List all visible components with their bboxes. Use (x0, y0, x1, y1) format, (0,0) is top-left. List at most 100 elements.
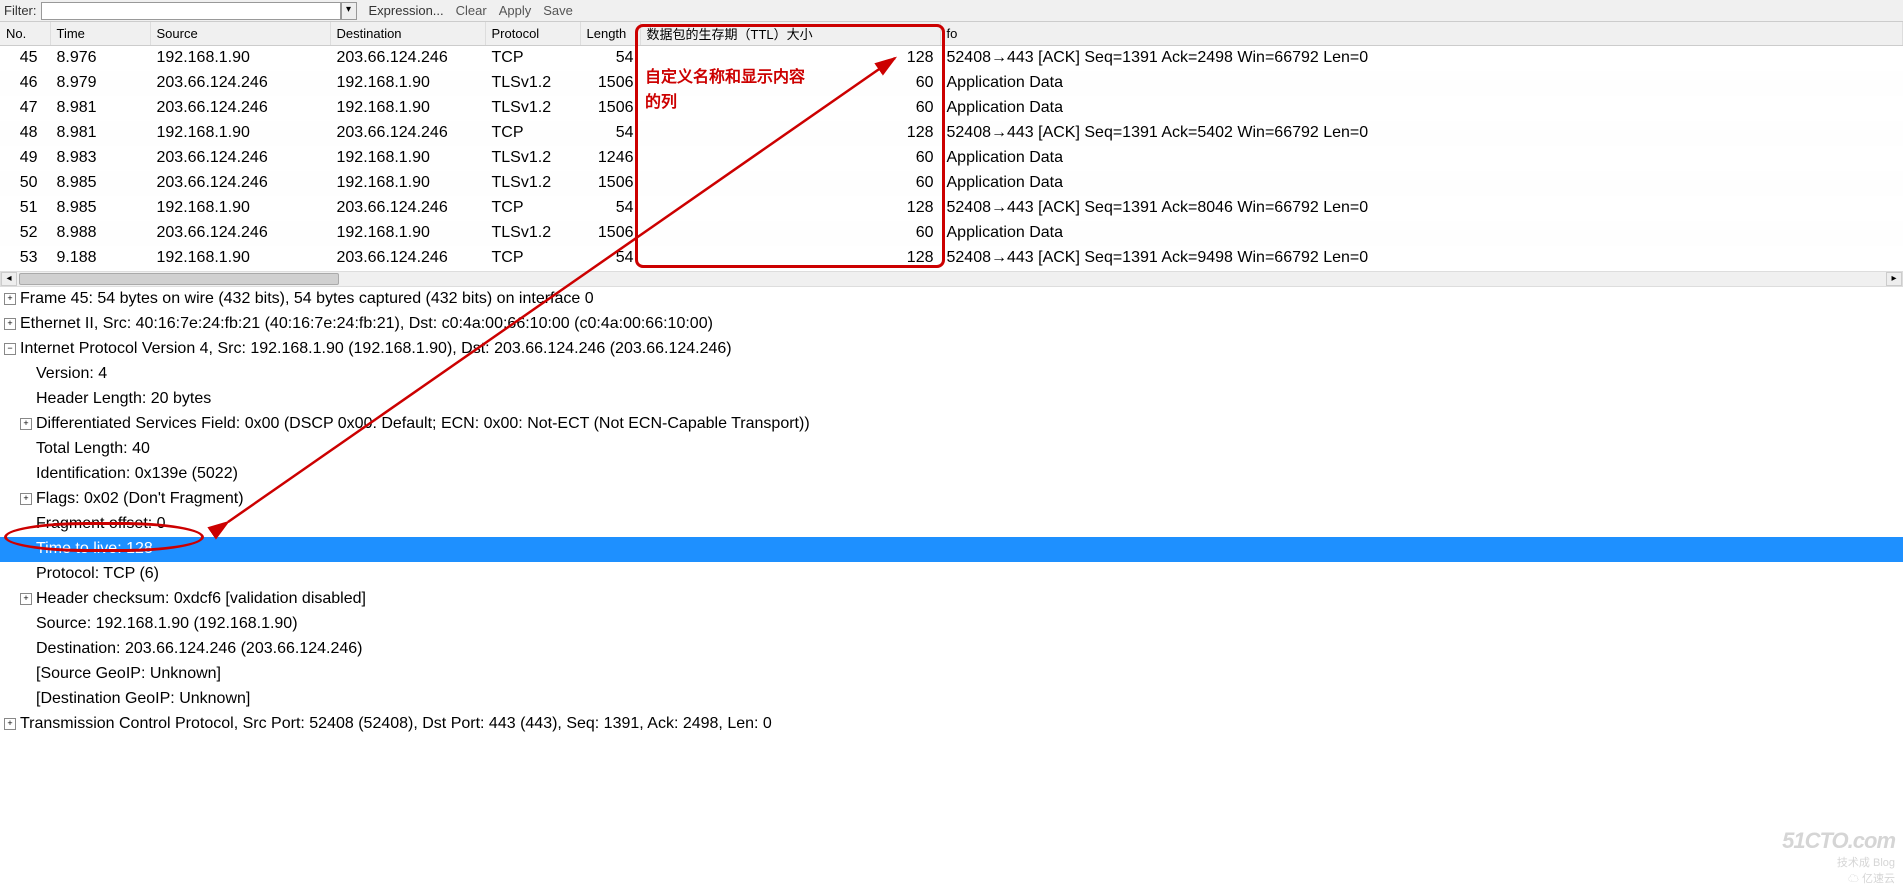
table-cell: 203.66.124.246 (150, 171, 330, 196)
filter-label: Filter: (4, 3, 37, 18)
table-row[interactable]: 478.981203.66.124.246192.168.1.90TLSv1.2… (0, 96, 1903, 121)
table-cell: 48 (0, 121, 50, 146)
table-cell: 54 (580, 196, 640, 221)
table-cell: 8.981 (50, 96, 150, 121)
col-header-ttl[interactable]: 数据包的生存期（TTL）大小 (640, 22, 940, 46)
detail-ip-hlen[interactable]: Header Length: 20 bytes (0, 387, 1903, 412)
detail-ip-checksum[interactable]: +Header checksum: 0xdcf6 [validation dis… (0, 587, 1903, 612)
table-cell: TCP (485, 246, 580, 271)
scroll-left-icon[interactable]: ◂ (1, 272, 17, 286)
table-row[interactable]: 488.981192.168.1.90203.66.124.246TCP5412… (0, 121, 1903, 146)
table-cell: Application Data (940, 221, 1903, 246)
packet-details-pane: +Frame 45: 54 bytes on wire (432 bits), … (0, 287, 1903, 737)
table-cell: 45 (0, 46, 50, 71)
table-cell: Application Data (940, 171, 1903, 196)
detail-ip-version[interactable]: Version: 4 (0, 362, 1903, 387)
table-row[interactable]: 458.976192.168.1.90203.66.124.246TCP5412… (0, 46, 1903, 71)
table-cell: 8.976 (50, 46, 150, 71)
col-header-destination[interactable]: Destination (330, 22, 485, 46)
table-cell: TCP (485, 121, 580, 146)
table-cell: 8.983 (50, 146, 150, 171)
detail-ip-ident[interactable]: Identification: 0x139e (5022) (0, 462, 1903, 487)
table-cell: 60 (640, 171, 940, 196)
detail-ip-tlen[interactable]: Total Length: 40 (0, 437, 1903, 462)
table-cell: 54 (580, 46, 640, 71)
detail-ip-proto[interactable]: Protocol: TCP (6) (0, 562, 1903, 587)
table-cell: TLSv1.2 (485, 171, 580, 196)
table-cell: 192.168.1.90 (330, 96, 485, 121)
table-cell: 192.168.1.90 (330, 146, 485, 171)
detail-ip-dsf[interactable]: +Differentiated Services Field: 0x00 (DS… (0, 412, 1903, 437)
table-cell: 1506 (580, 171, 640, 196)
detail-frame[interactable]: +Frame 45: 54 bytes on wire (432 bits), … (0, 287, 1903, 312)
table-cell: 203.66.124.246 (330, 246, 485, 271)
col-header-length[interactable]: Length (580, 22, 640, 46)
expand-icon[interactable]: + (4, 718, 16, 730)
col-header-no[interactable]: No. (0, 22, 50, 46)
table-cell: 60 (640, 221, 940, 246)
detail-ip-geosrc[interactable]: [Source GeoIP: Unknown] (0, 662, 1903, 687)
apply-link[interactable]: Apply (499, 3, 532, 18)
table-cell: Application Data (940, 146, 1903, 171)
table-cell: 60 (640, 96, 940, 121)
detail-ip-fragoff[interactable]: Fragment offset: 0 (0, 512, 1903, 537)
table-row[interactable]: 539.188192.168.1.90203.66.124.246TCP5412… (0, 246, 1903, 271)
save-link[interactable]: Save (543, 3, 573, 18)
table-cell: TCP (485, 196, 580, 221)
table-cell: 203.66.124.246 (330, 46, 485, 71)
expression-link[interactable]: Expression... (369, 3, 444, 18)
col-header-info[interactable]: fo (940, 22, 1903, 46)
table-cell: 192.168.1.90 (330, 221, 485, 246)
table-row[interactable]: 528.988203.66.124.246192.168.1.90TLSv1.2… (0, 221, 1903, 246)
table-cell: 128 (640, 196, 940, 221)
packet-list-table: No. Time Source Destination Protocol Len… (0, 22, 1903, 271)
expand-icon[interactable]: + (20, 493, 32, 505)
watermark-line3: ☁ 亿速云 (1782, 870, 1895, 886)
table-cell: 8.981 (50, 121, 150, 146)
col-header-source[interactable]: Source (150, 22, 330, 46)
table-cell: 1506 (580, 221, 640, 246)
table-cell: 203.66.124.246 (330, 196, 485, 221)
table-cell: 50 (0, 171, 50, 196)
table-cell: Application Data (940, 71, 1903, 96)
col-header-time[interactable]: Time (50, 22, 150, 46)
detail-ip-geodst[interactable]: [Destination GeoIP: Unknown] (0, 687, 1903, 712)
detail-ip-flags[interactable]: +Flags: 0x02 (Don't Fragment) (0, 487, 1903, 512)
detail-ip-ttl[interactable]: Time to live: 128 (0, 537, 1903, 562)
table-cell: 8.985 (50, 196, 150, 221)
detail-tcp[interactable]: +Transmission Control Protocol, Src Port… (0, 712, 1903, 737)
detail-ip[interactable]: −Internet Protocol Version 4, Src: 192.1… (0, 337, 1903, 362)
table-cell: 192.168.1.90 (150, 121, 330, 146)
table-row[interactable]: 498.983203.66.124.246192.168.1.90TLSv1.2… (0, 146, 1903, 171)
table-cell: 52408→443 [ACK] Seq=1391 Ack=8046 Win=66… (940, 196, 1903, 221)
expand-icon[interactable]: + (20, 418, 32, 430)
expand-icon[interactable]: + (20, 593, 32, 605)
clear-link[interactable]: Clear (456, 3, 487, 18)
filter-toolbar: Filter: ▾ Expression... Clear Apply Save (0, 0, 1903, 22)
filter-input[interactable] (41, 2, 341, 20)
horizontal-scrollbar[interactable]: ◂ ▸ (0, 271, 1903, 287)
table-row[interactable]: 468.979203.66.124.246192.168.1.90TLSv1.2… (0, 71, 1903, 96)
packet-tbody: 458.976192.168.1.90203.66.124.246TCP5412… (0, 46, 1903, 271)
detail-ip-dst[interactable]: Destination: 203.66.124.246 (203.66.124.… (0, 637, 1903, 662)
table-row[interactable]: 518.985192.168.1.90203.66.124.246TCP5412… (0, 196, 1903, 221)
table-cell: 203.66.124.246 (150, 146, 330, 171)
detail-ip-src[interactable]: Source: 192.168.1.90 (192.168.1.90) (0, 612, 1903, 637)
collapse-icon[interactable]: − (4, 343, 16, 355)
col-header-protocol[interactable]: Protocol (485, 22, 580, 46)
table-row[interactable]: 508.985203.66.124.246192.168.1.90TLSv1.2… (0, 171, 1903, 196)
scroll-right-icon[interactable]: ▸ (1886, 272, 1902, 286)
table-cell: 1506 (580, 96, 640, 121)
expand-icon[interactable]: + (4, 318, 16, 330)
table-cell: 9.188 (50, 246, 150, 271)
table-cell: 203.66.124.246 (150, 96, 330, 121)
scrollbar-thumb[interactable] (19, 273, 339, 285)
detail-ethernet[interactable]: +Ethernet II, Src: 40:16:7e:24:fb:21 (40… (0, 312, 1903, 337)
table-cell: 8.985 (50, 171, 150, 196)
table-cell: 54 (580, 246, 640, 271)
expand-icon[interactable]: + (4, 293, 16, 305)
table-cell: 52408→443 [ACK] Seq=1391 Ack=2498 Win=66… (940, 46, 1903, 71)
filter-dropdown-icon[interactable]: ▾ (341, 2, 357, 20)
table-cell: 52 (0, 221, 50, 246)
table-cell: 192.168.1.90 (150, 46, 330, 71)
